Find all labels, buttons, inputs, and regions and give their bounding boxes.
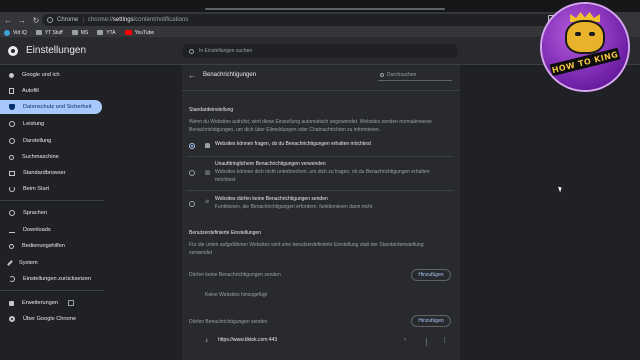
puzzle-icon bbox=[9, 300, 14, 306]
sidebar-divider bbox=[0, 290, 104, 291]
forward-icon[interactable]: → bbox=[16, 14, 28, 26]
sidebar-item-autofill[interactable]: Autofill bbox=[0, 84, 102, 98]
browser-icon bbox=[9, 170, 15, 176]
sidebar-item-downloads[interactable]: Downloads bbox=[0, 223, 102, 237]
page-search-input[interactable]: Durchsuchen bbox=[378, 69, 452, 81]
sidebar-item-performance[interactable]: Leistung bbox=[0, 117, 102, 131]
divider: | bbox=[82, 17, 84, 23]
option-description: Websites können dich nicht unterbrechen,… bbox=[215, 169, 430, 175]
autofill-icon bbox=[9, 88, 14, 94]
bell-icon bbox=[205, 143, 210, 148]
mascot-eye bbox=[589, 32, 595, 36]
download-icon bbox=[9, 227, 15, 233]
channel-logo: HOW TO KING bbox=[542, 4, 628, 90]
tiktok-icon: ♪ bbox=[205, 338, 208, 344]
person-icon bbox=[9, 72, 14, 78]
sidebar-item-extensions[interactable]: Erweiterungen bbox=[0, 296, 102, 310]
chrome-icon bbox=[47, 17, 53, 23]
sidebar-divider bbox=[0, 200, 104, 201]
bookmark-youtube[interactable]: YouTube bbox=[124, 30, 154, 36]
chevron-right-icon[interactable]: › bbox=[404, 337, 406, 343]
custom-description-line: Für die unten aufgeführten Websites wird… bbox=[189, 242, 424, 248]
add-blocked-site-button[interactable]: Hinzufügen bbox=[411, 269, 451, 281]
sidebar-item-google[interactable]: Google und ich bbox=[0, 68, 102, 82]
folder-icon bbox=[35, 30, 42, 35]
add-allowed-site-button[interactable]: Hinzufügen bbox=[411, 315, 451, 327]
default-description-line: Benachrichtigungen, um dich über Eilmeld… bbox=[189, 127, 381, 133]
vidiq-icon bbox=[4, 29, 10, 36]
reset-icon bbox=[9, 276, 15, 282]
folder-icon bbox=[71, 30, 78, 35]
chrome-icon bbox=[9, 316, 15, 322]
search-icon bbox=[9, 154, 14, 160]
gauge-icon bbox=[9, 121, 15, 127]
option-label: Unaufdringlichere Benachrichtigungen ver… bbox=[215, 161, 326, 167]
search-placeholder: In Einstellungen suchen bbox=[199, 48, 253, 54]
sidebar-item-on-startup[interactable]: Beim Start bbox=[0, 182, 102, 196]
settings-title: Einstellungen bbox=[26, 45, 87, 56]
default-section-heading: Standardeinstellung bbox=[189, 107, 234, 113]
settings-logo-icon bbox=[8, 46, 18, 56]
sidebar-item-default-browser[interactable]: Standardbrowser bbox=[0, 166, 102, 180]
radio-ask[interactable] bbox=[189, 143, 195, 149]
bell-off-icon: ⊘ bbox=[205, 199, 210, 205]
radio-quieter[interactable] bbox=[189, 170, 195, 176]
search-icon bbox=[380, 72, 384, 77]
option-description: möchtest bbox=[215, 177, 236, 183]
option-label: Websites können fragen, ob du Benachrich… bbox=[215, 141, 371, 147]
default-description-line: Wenn du Websites aufrufst, wird diese Ei… bbox=[189, 119, 432, 125]
sidebar-item-about[interactable]: Über Google Chrome bbox=[0, 312, 102, 326]
back-arrow-icon[interactable]: ← bbox=[188, 71, 196, 80]
shield-icon bbox=[9, 104, 15, 110]
divider bbox=[426, 338, 427, 346]
blocked-sites-label: Dürfen keine Benachrichtigungen senden bbox=[189, 272, 281, 278]
reload-icon[interactable]: ↻ bbox=[30, 14, 42, 26]
youtube-icon bbox=[124, 30, 132, 35]
sidebar-item-system[interactable]: System bbox=[0, 256, 102, 270]
search-icon bbox=[189, 48, 194, 54]
tab-strip bbox=[0, 0, 640, 12]
sidebar-item-languages[interactable]: Sprachen bbox=[0, 206, 102, 220]
bookmark-yta[interactable]: YTA bbox=[97, 30, 116, 36]
sidebar-item-appearance[interactable]: Darstellung bbox=[0, 134, 102, 148]
settings-search-input[interactable]: In Einstellungen suchen bbox=[182, 44, 458, 58]
accessibility-icon bbox=[9, 243, 14, 249]
address-bar[interactable]: Chrome | chrome://settings/content/notif… bbox=[42, 14, 582, 26]
no-sites-text: Keine Websites hinzugefügt bbox=[205, 292, 267, 298]
allowed-sites-label: Dürfen Benachrichtigungen senden bbox=[189, 319, 268, 325]
bell-muted-icon bbox=[205, 170, 210, 175]
mouse-cursor-icon bbox=[558, 185, 563, 193]
sidebar-item-search-engine[interactable]: Suchmaschine bbox=[0, 150, 102, 164]
sidebar-item-reset[interactable]: Einstellungen zurücksetzen bbox=[0, 272, 102, 286]
divider bbox=[186, 190, 454, 191]
page-title: Benachrichtigungen bbox=[203, 72, 257, 78]
wrench-icon bbox=[7, 260, 13, 266]
mascot-eye bbox=[575, 32, 581, 36]
back-icon[interactable]: ← bbox=[2, 14, 14, 26]
more-options-icon[interactable]: ⋮ bbox=[441, 336, 448, 344]
sidebar-item-accessibility[interactable]: Bedienungshilfen bbox=[0, 239, 102, 253]
page-search-placeholder: Durchsuchen bbox=[387, 71, 417, 78]
palette-icon bbox=[9, 138, 15, 144]
url-text: chrome://settings/content/notifications bbox=[87, 17, 189, 23]
divider bbox=[182, 90, 460, 91]
sidebar-item-privacy[interactable]: Datenschutz und Sicherheit bbox=[0, 100, 102, 114]
origin-label: Chrome bbox=[57, 17, 79, 23]
site-url[interactable]: https://www.tiktok.com:443 bbox=[218, 337, 277, 345]
bookmark-yt-stuff[interactable]: YT Stuff bbox=[35, 30, 63, 36]
external-link-icon bbox=[68, 300, 75, 306]
bookmark-vidiq[interactable]: Vid IQ bbox=[4, 29, 27, 36]
bookmark-ms[interactable]: MS bbox=[71, 30, 88, 36]
option-label: Websites dürfen keine Benachrichtigungen… bbox=[215, 196, 328, 202]
power-icon bbox=[9, 186, 15, 192]
option-description: Funktionen, die Benachrichtigungen erfor… bbox=[215, 204, 373, 210]
globe-icon bbox=[9, 210, 15, 216]
divider bbox=[186, 156, 454, 157]
mascot-face bbox=[565, 20, 605, 54]
tab-strip-line bbox=[205, 8, 445, 10]
custom-description-line: verwendet bbox=[189, 250, 213, 256]
radio-block[interactable] bbox=[189, 201, 195, 207]
folder-icon bbox=[97, 30, 104, 35]
custom-section-heading: Benutzerdefinierte Einstellungen bbox=[189, 230, 261, 236]
